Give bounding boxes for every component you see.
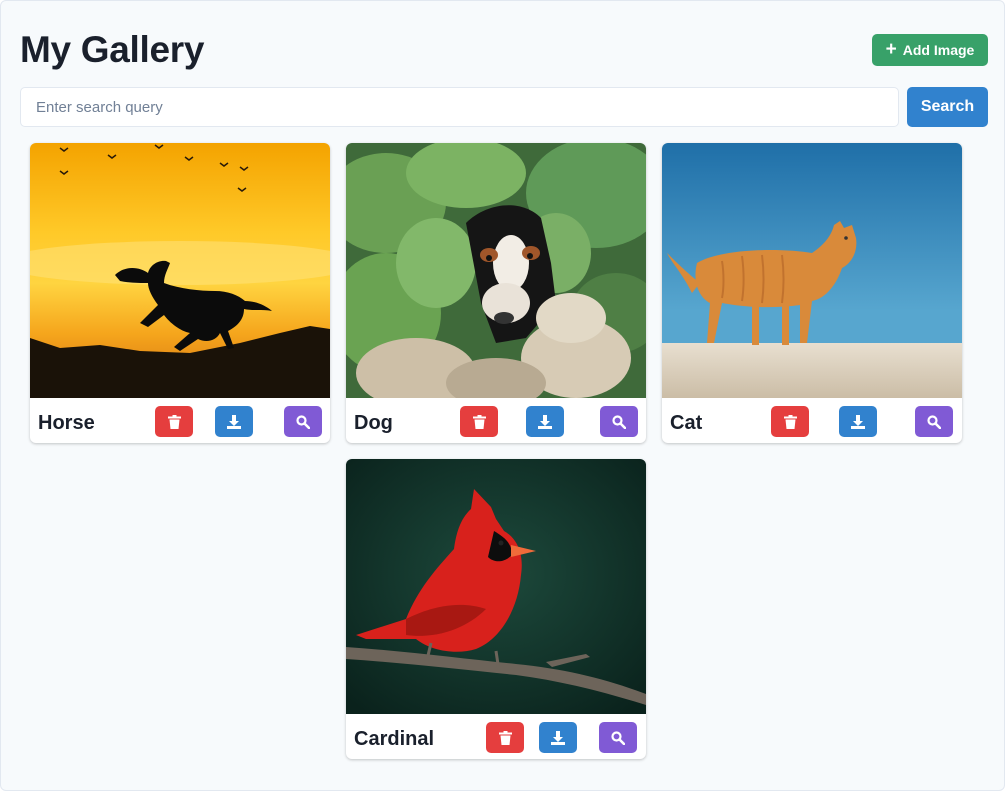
download-button[interactable] bbox=[839, 406, 877, 437]
page-title: My Gallery bbox=[20, 29, 205, 70]
zoom-button[interactable] bbox=[284, 406, 322, 437]
trash-icon bbox=[167, 414, 181, 429]
image-dog[interactable] bbox=[346, 143, 646, 398]
download-icon bbox=[851, 414, 865, 429]
add-image-label: Add Image bbox=[902, 42, 975, 58]
zoom-button[interactable] bbox=[915, 406, 953, 437]
trash-icon bbox=[472, 414, 486, 429]
gallery-card-dog: Dog bbox=[346, 143, 646, 443]
delete-button[interactable] bbox=[460, 406, 498, 437]
trash-icon bbox=[783, 414, 797, 429]
download-icon bbox=[551, 730, 565, 745]
card-title: Cardinal bbox=[354, 728, 435, 750]
download-button[interactable] bbox=[526, 406, 564, 437]
download-button[interactable] bbox=[215, 406, 253, 437]
card-title: Cat bbox=[670, 412, 703, 434]
zoom-button[interactable] bbox=[599, 722, 637, 753]
trash-icon bbox=[498, 730, 512, 745]
magnifier-icon bbox=[296, 414, 310, 429]
search-input[interactable] bbox=[20, 87, 899, 127]
card-title: Horse bbox=[38, 412, 95, 434]
add-image-button[interactable]: + Add Image bbox=[872, 34, 988, 66]
card-title: Dog bbox=[354, 412, 393, 434]
download-icon bbox=[538, 414, 552, 429]
zoom-button[interactable] bbox=[600, 406, 638, 437]
image-horse[interactable] bbox=[30, 143, 330, 398]
plus-icon: + bbox=[885, 38, 897, 60]
delete-button[interactable] bbox=[771, 406, 809, 437]
gallery-card-cat: Cat bbox=[662, 143, 962, 443]
magnifier-icon bbox=[611, 730, 625, 745]
download-button[interactable] bbox=[539, 722, 577, 753]
gallery-card-horse: Horse bbox=[30, 143, 330, 443]
download-icon bbox=[227, 414, 241, 429]
image-cardinal[interactable] bbox=[346, 459, 646, 714]
gallery-card-cardinal: Cardinal bbox=[346, 459, 646, 759]
magnifier-icon bbox=[612, 414, 626, 429]
delete-button[interactable] bbox=[155, 406, 193, 437]
magnifier-icon bbox=[927, 414, 941, 429]
image-cat[interactable] bbox=[662, 143, 962, 398]
delete-button[interactable] bbox=[486, 722, 524, 753]
search-button[interactable]: Search bbox=[907, 87, 988, 127]
gallery-app: My Gallery + Add Image Search bbox=[0, 0, 1005, 791]
